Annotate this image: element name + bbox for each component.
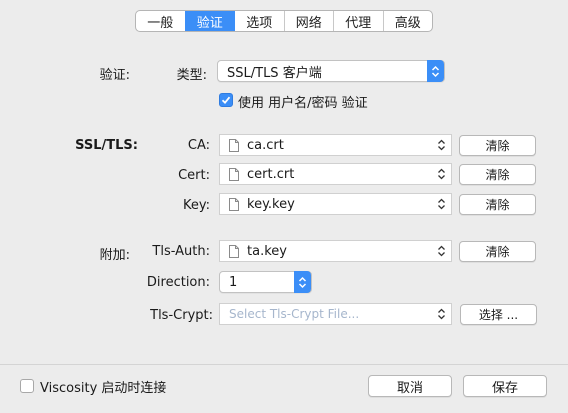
tab-proxy[interactable]: 代理 <box>333 11 383 31</box>
key-file-value: key.key <box>247 196 295 212</box>
tls-crypt-placeholder: Select Tls-Crypt File... <box>229 307 360 321</box>
chevron-updown-icon <box>437 307 446 324</box>
tls-auth-label: Tls-Auth: <box>152 244 210 259</box>
chevron-updown-icon <box>437 138 446 156</box>
clear-cert-button[interactable]: 清除 <box>459 164 536 185</box>
footer-bar: Viscosity 启动时连接 取消 保存 <box>0 364 568 413</box>
direction-value: 1 <box>229 274 238 290</box>
clear-ca-button[interactable]: 清除 <box>459 135 536 156</box>
tls-crypt-label: Tls-Crypt: <box>150 308 213 323</box>
use-credentials-label: 使用 用户名/密码 验证 <box>238 96 368 111</box>
cert-file-select[interactable]: cert.crt <box>219 163 452 185</box>
save-button[interactable]: 保存 <box>463 375 547 397</box>
direction-select[interactable]: 1 <box>219 271 312 293</box>
document-icon <box>229 138 239 152</box>
direction-label: Direction: <box>146 275 210 290</box>
cert-file-value: cert.crt <box>247 166 295 182</box>
auth-section-label: 验证: <box>99 68 130 83</box>
cancel-button[interactable]: 取消 <box>368 375 452 397</box>
chevron-updown-icon <box>437 167 446 185</box>
auth-type-label: 类型: <box>176 68 207 83</box>
auth-type-select[interactable]: SSL/TLS 客户端 <box>217 60 445 82</box>
extra-section-label: 附加: <box>99 248 130 263</box>
tls-auth-file-select[interactable]: ta.key <box>219 240 452 262</box>
chevron-updown-icon <box>294 271 311 293</box>
use-credentials-checkbox[interactable] <box>219 93 233 107</box>
tab-general[interactable]: 一般 <box>136 11 185 31</box>
clear-key-button[interactable]: 清除 <box>459 194 536 215</box>
choose-tls-crypt-button[interactable]: 选择 ... <box>460 304 537 325</box>
ssl-section-label: SSL/TLS: <box>75 138 138 153</box>
ca-file-value: ca.crt <box>247 137 284 153</box>
key-label: Key: <box>182 198 210 213</box>
tab-options[interactable]: 选项 <box>234 11 284 31</box>
tab-bar: 一般 验证 选项 网络 代理 高级 <box>135 10 433 32</box>
tls-crypt-file-select[interactable]: Select Tls-Crypt File... <box>219 303 452 325</box>
key-file-select[interactable]: key.key <box>219 193 452 215</box>
chevron-updown-icon <box>437 244 446 262</box>
tab-authentication[interactable]: 验证 <box>184 11 234 31</box>
tab-advanced[interactable]: 高级 <box>382 11 433 31</box>
document-icon <box>229 197 239 211</box>
ca-file-select[interactable]: ca.crt <box>219 134 452 156</box>
connect-on-startup-label: Viscosity 启动时连接 <box>40 381 167 396</box>
connect-on-startup-checkbox[interactable] <box>20 379 34 393</box>
tls-auth-file-value: ta.key <box>247 243 287 259</box>
document-icon <box>229 244 239 258</box>
tab-network[interactable]: 网络 <box>283 11 334 31</box>
chevron-updown-icon <box>437 197 446 215</box>
clear-tls-auth-button[interactable]: 清除 <box>459 241 536 262</box>
ca-label: CA: <box>187 138 210 153</box>
auth-settings-panel: 一般 验证 选项 网络 代理 高级 验证: 类型: SSL/TLS 客户端 使用… <box>0 0 568 364</box>
auth-type-value: SSL/TLS 客户端 <box>227 65 322 81</box>
chevron-updown-icon <box>427 60 444 82</box>
checkmark-icon <box>221 96 231 105</box>
cert-label: Cert: <box>178 168 210 183</box>
document-icon <box>229 167 239 181</box>
